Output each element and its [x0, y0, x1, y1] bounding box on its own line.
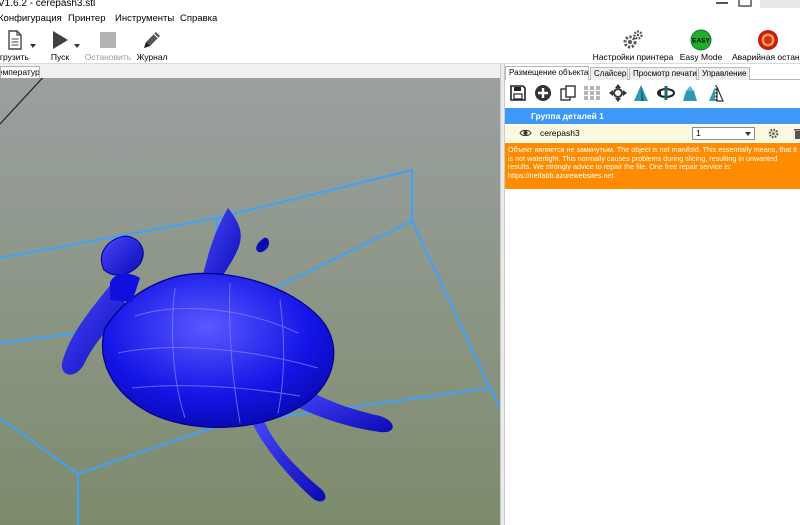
close-button[interactable]	[760, 0, 800, 8]
log-label: Журнал	[136, 52, 168, 62]
emergency-stop-icon	[757, 29, 779, 51]
eye-icon[interactable]	[519, 128, 532, 138]
rotate-icon[interactable]	[657, 84, 675, 102]
minimize-button[interactable]	[712, 0, 732, 8]
menu-help[interactable]: Справка	[180, 13, 217, 24]
gears-icon	[622, 29, 644, 51]
easy-badge-text: EASY	[692, 38, 710, 45]
run-button[interactable]: Пуск	[48, 27, 80, 64]
cut-icon[interactable]	[681, 84, 699, 102]
stop-icon	[97, 29, 119, 51]
play-icon	[49, 29, 71, 51]
tab-temperature-label: Температура	[1, 67, 40, 77]
chevron-down-icon[interactable]	[30, 41, 36, 48]
3d-viewport[interactable]	[0, 78, 500, 525]
printer-settings-button[interactable]: Настройки принтера	[593, 27, 673, 64]
pencil-icon	[141, 29, 163, 51]
main-toolbar: Загрузить Пуск Остановить Журнал Настрой…	[0, 27, 800, 64]
object-toolbar	[505, 82, 800, 104]
mirror-icon[interactable]	[707, 84, 725, 102]
maximize-button[interactable]	[735, 0, 755, 8]
menu-configuration[interactable]: Конфигурация	[0, 13, 62, 24]
easy-mode-button[interactable]: EASY Easy Mode	[680, 27, 722, 64]
menu-printer[interactable]: Принтер	[68, 13, 105, 24]
log-button[interactable]: Журнал	[136, 27, 168, 64]
trash-icon[interactable]	[794, 128, 800, 139]
menu-tools[interactable]: Инструменты	[115, 13, 174, 24]
grid-icon[interactable]	[583, 84, 601, 102]
part-group-header[interactable]: Группа деталей 1	[505, 108, 800, 124]
document-icon	[4, 29, 26, 51]
window-title: V1.6.2 - cerepash3.stl	[0, 0, 96, 9]
save-icon[interactable]	[509, 84, 527, 102]
copies-value: 1	[696, 128, 701, 138]
title-bar: V1.6.2 - cerepash3.stl	[0, 0, 800, 11]
non-manifold-warning: Объект является не замкнутым. The object…	[505, 143, 800, 189]
tab-temperature[interactable]: Температура	[0, 66, 40, 78]
tab-control[interactable]: Управление	[698, 67, 750, 80]
object-row[interactable]: cerepash3 1	[505, 125, 800, 142]
3d-scene[interactable]	[0, 78, 500, 525]
move-icon[interactable]	[609, 84, 627, 102]
menu-bar: Конфигурация Принтер Инструменты Справка	[0, 11, 800, 27]
tab-print-preview-label: Просмотр печати	[633, 69, 697, 78]
object-name: cerepash3	[540, 128, 580, 138]
copy-icon[interactable]	[559, 84, 577, 102]
right-panel: Размещение объекта Слайсер Просмотр печа…	[505, 64, 800, 525]
tab-control-label: Управление	[702, 69, 747, 78]
load-button[interactable]: Загрузить	[0, 27, 36, 64]
tab-slicer-label: Слайсер	[594, 69, 627, 78]
add-icon[interactable]	[534, 84, 552, 102]
chevron-down-icon	[745, 132, 751, 136]
scale-icon[interactable]	[632, 84, 650, 102]
copies-select[interactable]: 1	[692, 127, 755, 140]
tab-slicer[interactable]: Слайсер	[590, 67, 628, 80]
chevron-down-icon[interactable]	[74, 41, 80, 48]
tab-object-placement[interactable]: Размещение объекта	[505, 66, 589, 80]
right-panel-tabs: Размещение объекта Слайсер Просмотр печа…	[505, 66, 800, 80]
emergency-stop-label: Аварийная остановка	[732, 52, 800, 62]
tab-print-preview[interactable]: Просмотр печати	[629, 67, 697, 80]
easy-mode-icon: EASY	[690, 29, 712, 51]
tab-object-placement-label: Размещение объекта	[509, 68, 589, 77]
emergency-stop-button[interactable]: Аварийная остановка	[732, 27, 800, 64]
gear-icon[interactable]	[768, 128, 779, 139]
easy-mode-label: Easy Mode	[679, 52, 723, 62]
